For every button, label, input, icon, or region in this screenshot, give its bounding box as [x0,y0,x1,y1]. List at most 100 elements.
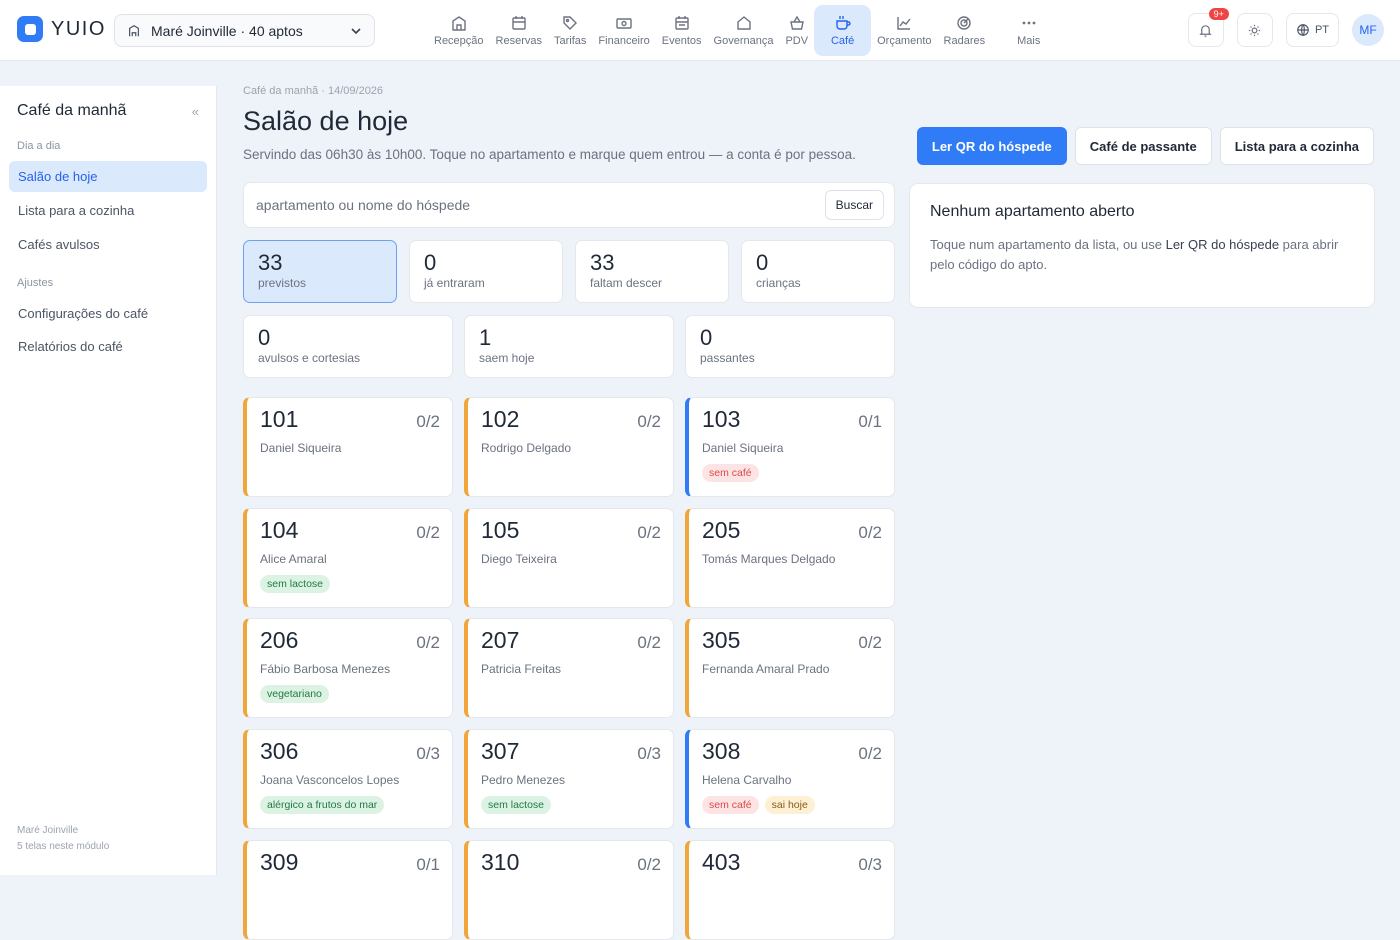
stat-card-entraram[interactable]: 0 já entraram [409,240,563,303]
room-card-104[interactable]: 104 0/2 Alice Amaral sem lactose [243,508,453,608]
room-number: 307 [481,738,520,764]
stat-card-criancas[interactable]: 0 crianças [741,240,895,303]
nav-label: Radares [943,35,986,47]
stat-card-faltam[interactable]: 33 faltam descer [575,240,729,303]
stat-label: passantes [700,351,755,365]
sidebar-item-lista-cozinha[interactable]: Lista para a cozinha [9,195,207,226]
stat-value: 1 [479,325,492,350]
room-occupancy: 0/2 [637,412,661,431]
stat-card-previstos[interactable]: 33 previstos [243,240,397,303]
room-card-309[interactable]: 309 0/1 [243,840,453,940]
panel-text: Toque num apartamento da lista, ou use L… [930,235,1354,275]
room-card-310[interactable]: 310 0/2 [464,840,674,940]
theme-toggle-button[interactable] [1236,13,1273,47]
sidebar-header: Café da manhã « [17,102,199,120]
search-button[interactable]: Buscar [824,190,884,220]
room-number: 103 [702,406,741,432]
room-card-207[interactable]: 207 0/2 Patricia Freitas [464,618,674,718]
sidebar-item-relatorios[interactable]: Relatórios do café [9,331,207,362]
room-card-205[interactable]: 205 0/2 Tomás Marques Delgado [685,508,895,608]
house-icon [736,16,751,30]
stat-value: 0 [700,325,713,350]
room-detail-panel: Nenhum apartamento aberto Toque num apar… [909,183,1375,308]
room-occupancy: 0/2 [637,855,661,874]
collapse-sidebar-icon[interactable]: « [192,104,199,119]
top-right-controls: 9+ PT MF [1187,8,1384,47]
room-number: 310 [481,849,520,875]
property-select-value: Maré Joinville · 40 aptos [151,22,303,39]
logo-text: YUIO [51,17,106,40]
nav-item-tarifas[interactable]: Tarifas [548,5,592,56]
room-card-206[interactable]: 206 0/2 Fábio Barbosa Menezes vegetariano [243,618,453,718]
stat-card-saem-hoje[interactable]: 1 saem hoje [464,315,674,378]
stat-value: 0 [258,325,271,350]
main-nav: Recepção Reservas Tarifas Financeiro Eve… [428,5,1046,56]
room-number: 206 [260,627,299,653]
read-qr-button[interactable]: Ler QR do hóspede [916,127,1067,165]
nav-item-recepcao[interactable]: Recepção [428,5,490,56]
room-guest: Patricia Freitas [481,662,562,676]
walkin-coffee-button[interactable]: Café de passante [1074,127,1212,165]
panel-title: Nenhum apartamento aberto [930,203,1135,220]
room-guest: Fernanda Amaral Prado [702,662,830,676]
nav-label: Recepção [434,35,484,47]
room-card-305[interactable]: 305 0/2 Fernanda Amaral Prado [685,618,895,718]
sidebar-item-salao-de-hoje[interactable]: Salão de hoje [9,161,207,192]
room-card-103[interactable]: 103 0/1 Daniel Siqueira sem café [685,397,895,497]
room-number: 309 [260,849,299,875]
nav-item-eventos[interactable]: Eventos [656,5,708,56]
cash-icon [616,18,632,29]
nav-item-orcamento[interactable]: Orçamento [871,5,937,56]
property-select[interactable]: Maré Joinville · 40 aptos [114,14,375,47]
kitchen-list-button[interactable]: Lista para a cozinha [1219,127,1374,165]
notification-badge: 9+ [1208,8,1229,20]
room-card-307[interactable]: 307 0/3 Pedro Menezes sem lactose [464,729,674,829]
nav-label: Governança [713,35,774,47]
nav-item-financeiro[interactable]: Financeiro [592,5,655,56]
room-number: 308 [702,738,741,764]
stat-card-avulsos[interactable]: 0 avulsos e cortesias [243,315,453,378]
notifications-button[interactable]: 9+ [1187,8,1229,47]
top-bar: YUIO Maré Joinville · 40 aptos Recepção … [0,0,1400,61]
room-card-403[interactable]: 403 0/3 [685,840,895,940]
room-card-102[interactable]: 102 0/2 Rodrigo Delgado [464,397,674,497]
room-card-105[interactable]: 105 0/2 Diego Teixeira [464,508,674,608]
stat-label: já entraram [424,276,485,290]
sidebar-title: Café da manhã [17,102,127,119]
room-occupancy: 0/2 [858,744,882,763]
room-occupancy: 0/2 [637,633,661,652]
room-card-306[interactable]: 306 0/3 Joana Vasconcelos Lopes alérgico … [243,729,453,829]
room-occupancy: 0/3 [637,744,661,763]
reception-icon [452,16,466,31]
stat-label: faltam descer [590,276,663,290]
room-tag: sem café [702,796,759,814]
room-number: 102 [481,406,520,432]
nav-item-mais[interactable]: Mais [1011,5,1046,56]
avatar[interactable]: MF [1352,14,1384,46]
room-guest: Rodrigo Delgado [481,441,572,455]
room-number: 305 [702,627,741,653]
language-label: PT [1314,24,1329,36]
nav-item-radares[interactable]: Radares [938,5,992,56]
room-occupancy: 0/2 [858,523,882,542]
search-input[interactable] [256,197,825,213]
app-logo[interactable]: YUIO [17,16,106,42]
panel-text-highlight: Ler QR do hóspede [1165,237,1280,252]
language-button[interactable]: PT [1285,13,1339,47]
sidebar-item-cafes-avulsos[interactable]: Cafés avulsos [9,229,207,260]
room-number: 101 [260,406,299,432]
nav-label: Reservas [495,35,543,47]
room-tag: sai hoje [764,796,815,814]
stat-value: 33 [590,250,615,275]
stat-value: 33 [258,250,283,275]
nav-item-governanca[interactable]: Governança [708,5,780,56]
page-title: Salão de hoje [243,106,409,136]
sidebar-item-configuracoes[interactable]: Configurações do café [9,298,207,329]
nav-item-cafe[interactable]: Café [814,5,872,56]
nav-item-reservas[interactable]: Reservas [490,5,548,56]
room-card-101[interactable]: 101 0/2 Daniel Siqueira [243,397,453,497]
room-tag: sem café [702,464,759,482]
room-card-308[interactable]: 308 0/2 Helena Carvalho sem café sai hoje [685,729,895,829]
nav-item-pdv[interactable]: PDV [779,5,814,56]
stat-card-passantes[interactable]: 0 passantes [685,315,895,378]
